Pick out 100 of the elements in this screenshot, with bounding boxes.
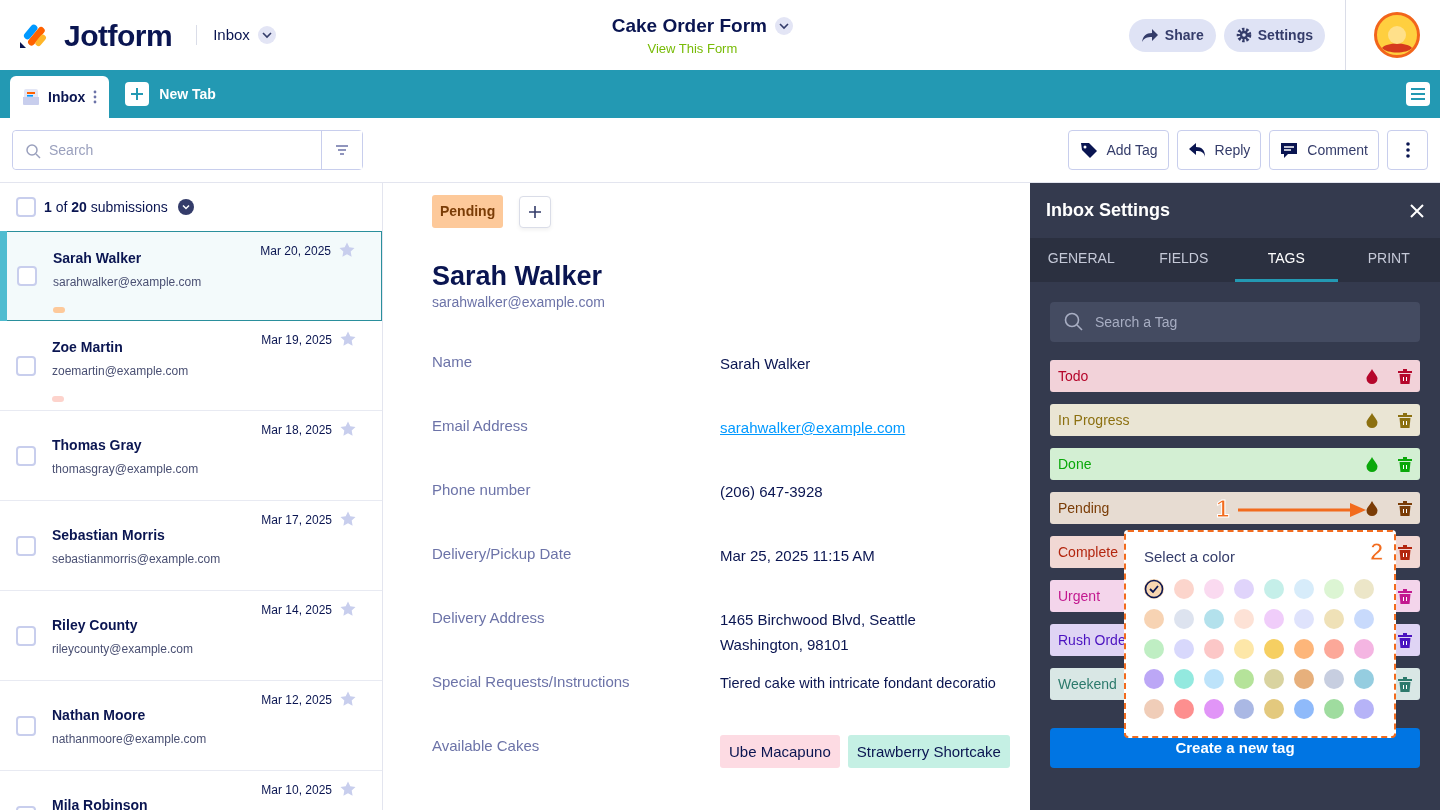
submission-date: Mar 10, 2025 xyxy=(261,782,332,799)
more-button[interactable] xyxy=(1387,130,1428,170)
section-dropdown[interactable]: Inbox xyxy=(213,23,276,47)
tag-name: Weekend xyxy=(1058,674,1117,694)
color-swatch[interactable] xyxy=(1204,638,1224,659)
color-swatch[interactable] xyxy=(1354,578,1374,599)
add-tag-button[interactable]: Add Tag xyxy=(1068,130,1169,170)
trash-icon[interactable] xyxy=(1398,588,1412,604)
submission-item[interactable]: Sebastian Morris sebastianmorris@example.com Mar 17, 2025 xyxy=(0,501,382,591)
color-swatch[interactable] xyxy=(1294,638,1314,659)
color-swatch[interactable] xyxy=(1234,578,1254,599)
trash-icon[interactable] xyxy=(1398,368,1412,384)
drop-icon[interactable] xyxy=(1366,412,1378,428)
color-swatch[interactable] xyxy=(1204,668,1224,689)
add-tag-button[interactable] xyxy=(519,195,552,228)
trash-icon[interactable] xyxy=(1398,632,1412,648)
color-swatch[interactable] xyxy=(1324,668,1344,689)
tag-row[interactable]: In Progress xyxy=(1050,404,1420,436)
row-checkbox[interactable] xyxy=(16,625,36,646)
submission-item[interactable]: Sarah Walker sarahwalker@example.com Mar 20, 2025 xyxy=(0,231,382,321)
color-swatch[interactable] xyxy=(1204,698,1224,719)
color-swatch[interactable] xyxy=(1294,668,1314,689)
color-swatch[interactable] xyxy=(1144,578,1164,599)
tag-row[interactable]: Todo xyxy=(1050,360,1420,392)
submission-item[interactable]: Thomas Gray thomasgray@example.com Mar 18, 2025 xyxy=(0,411,382,501)
settings-tab[interactable]: GENERAL xyxy=(1030,238,1133,282)
color-swatch[interactable] xyxy=(1204,578,1224,599)
color-swatch[interactable] xyxy=(1174,668,1194,689)
color-swatch[interactable] xyxy=(1354,638,1374,659)
color-swatch[interactable] xyxy=(1144,698,1164,719)
color-swatch[interactable] xyxy=(1234,638,1254,659)
submission-item[interactable]: Riley County rileycounty@example.com Mar 14, 2025 xyxy=(0,591,382,681)
close-button[interactable] xyxy=(1410,203,1424,218)
row-checkbox[interactable] xyxy=(17,266,37,286)
reply-button[interactable]: Reply xyxy=(1176,130,1262,170)
color-swatch[interactable] xyxy=(1324,638,1344,659)
color-swatch[interactable] xyxy=(1264,578,1284,599)
comment-button[interactable]: Comment xyxy=(1269,130,1379,170)
color-swatch[interactable] xyxy=(1144,668,1164,689)
color-swatch[interactable] xyxy=(1264,608,1284,629)
color-swatch[interactable] xyxy=(1174,638,1194,659)
star-icon[interactable] xyxy=(340,331,356,347)
field-label: Name xyxy=(432,351,473,372)
drop-icon[interactable] xyxy=(1366,500,1378,516)
menu-button[interactable] xyxy=(1406,82,1430,106)
chevron-icon[interactable] xyxy=(775,17,793,36)
avatar-icon[interactable] xyxy=(1374,12,1420,58)
color-swatch[interactable] xyxy=(1324,608,1344,629)
star-icon[interactable] xyxy=(340,601,356,617)
color-swatch[interactable] xyxy=(1354,668,1374,689)
color-swatch[interactable] xyxy=(1234,698,1254,719)
trash-icon[interactable] xyxy=(1398,412,1412,428)
search-bar[interactable]: Search xyxy=(12,130,363,170)
share-button[interactable]: Share xyxy=(1128,18,1216,52)
color-swatch[interactable] xyxy=(1174,578,1194,599)
field-value: Mar 25, 2025 11:15 AM xyxy=(720,546,875,564)
color-swatch[interactable] xyxy=(1234,608,1254,629)
chevron-icon[interactable] xyxy=(177,199,194,215)
tag-search-field[interactable]: Search a Tag xyxy=(1050,302,1420,342)
search-icon xyxy=(25,143,41,159)
star-icon[interactable] xyxy=(340,421,356,437)
color-swatch[interactable] xyxy=(1144,638,1164,659)
star-icon[interactable] xyxy=(340,781,356,797)
settings-tab[interactable]: TAGS xyxy=(1235,238,1338,282)
color-swatch[interactable] xyxy=(1324,578,1344,599)
color-swatch[interactable] xyxy=(1294,608,1314,629)
color-swatch[interactable] xyxy=(1264,668,1284,689)
star-icon[interactable] xyxy=(339,242,355,258)
color-swatch[interactable] xyxy=(1354,698,1374,719)
color-swatch[interactable] xyxy=(1264,698,1284,719)
row-checkbox[interactable] xyxy=(16,535,36,556)
trash-icon[interactable] xyxy=(1398,544,1412,560)
settings-tab[interactable]: FIELDS xyxy=(1132,238,1235,282)
color-swatch[interactable] xyxy=(1324,698,1344,719)
star-icon[interactable] xyxy=(340,691,356,707)
star-icon[interactable] xyxy=(340,511,356,527)
settings-tab[interactable]: PRINT xyxy=(1337,238,1440,282)
chevron-icon xyxy=(257,26,276,44)
inbox-tab[interactable]: Inbox xyxy=(10,76,110,118)
color-swatch[interactable] xyxy=(1234,668,1254,689)
submission-item[interactable]: Zoe Martin zoemartin@example.com Mar 19, 2025 xyxy=(0,321,382,411)
filter-button[interactable] xyxy=(321,131,362,169)
color-swatch[interactable] xyxy=(1294,698,1314,719)
settings-button[interactable]: Settings xyxy=(1223,18,1325,52)
row-checkbox[interactable] xyxy=(16,355,36,376)
row-checkbox[interactable] xyxy=(16,715,36,736)
trash-icon[interactable] xyxy=(1398,500,1412,516)
color-swatch[interactable] xyxy=(1264,638,1284,659)
submission-item[interactable]: Nathan Moore nathanmoore@example.com Mar 12, 2025 xyxy=(0,681,382,771)
select-all-checkbox[interactable] xyxy=(16,197,36,217)
drop-icon[interactable] xyxy=(1366,368,1378,384)
color-swatch[interactable] xyxy=(1354,608,1374,629)
color-swatch[interactable] xyxy=(1144,608,1164,629)
color-swatch[interactable] xyxy=(1294,578,1314,599)
trash-icon[interactable] xyxy=(1398,676,1412,692)
color-swatch[interactable] xyxy=(1174,698,1194,719)
color-swatch[interactable] xyxy=(1204,608,1224,629)
color-swatch[interactable] xyxy=(1174,608,1194,629)
row-checkbox[interactable] xyxy=(16,445,36,466)
submission-item[interactable]: Mila Robinson Mar 10, 2025 xyxy=(0,771,382,810)
